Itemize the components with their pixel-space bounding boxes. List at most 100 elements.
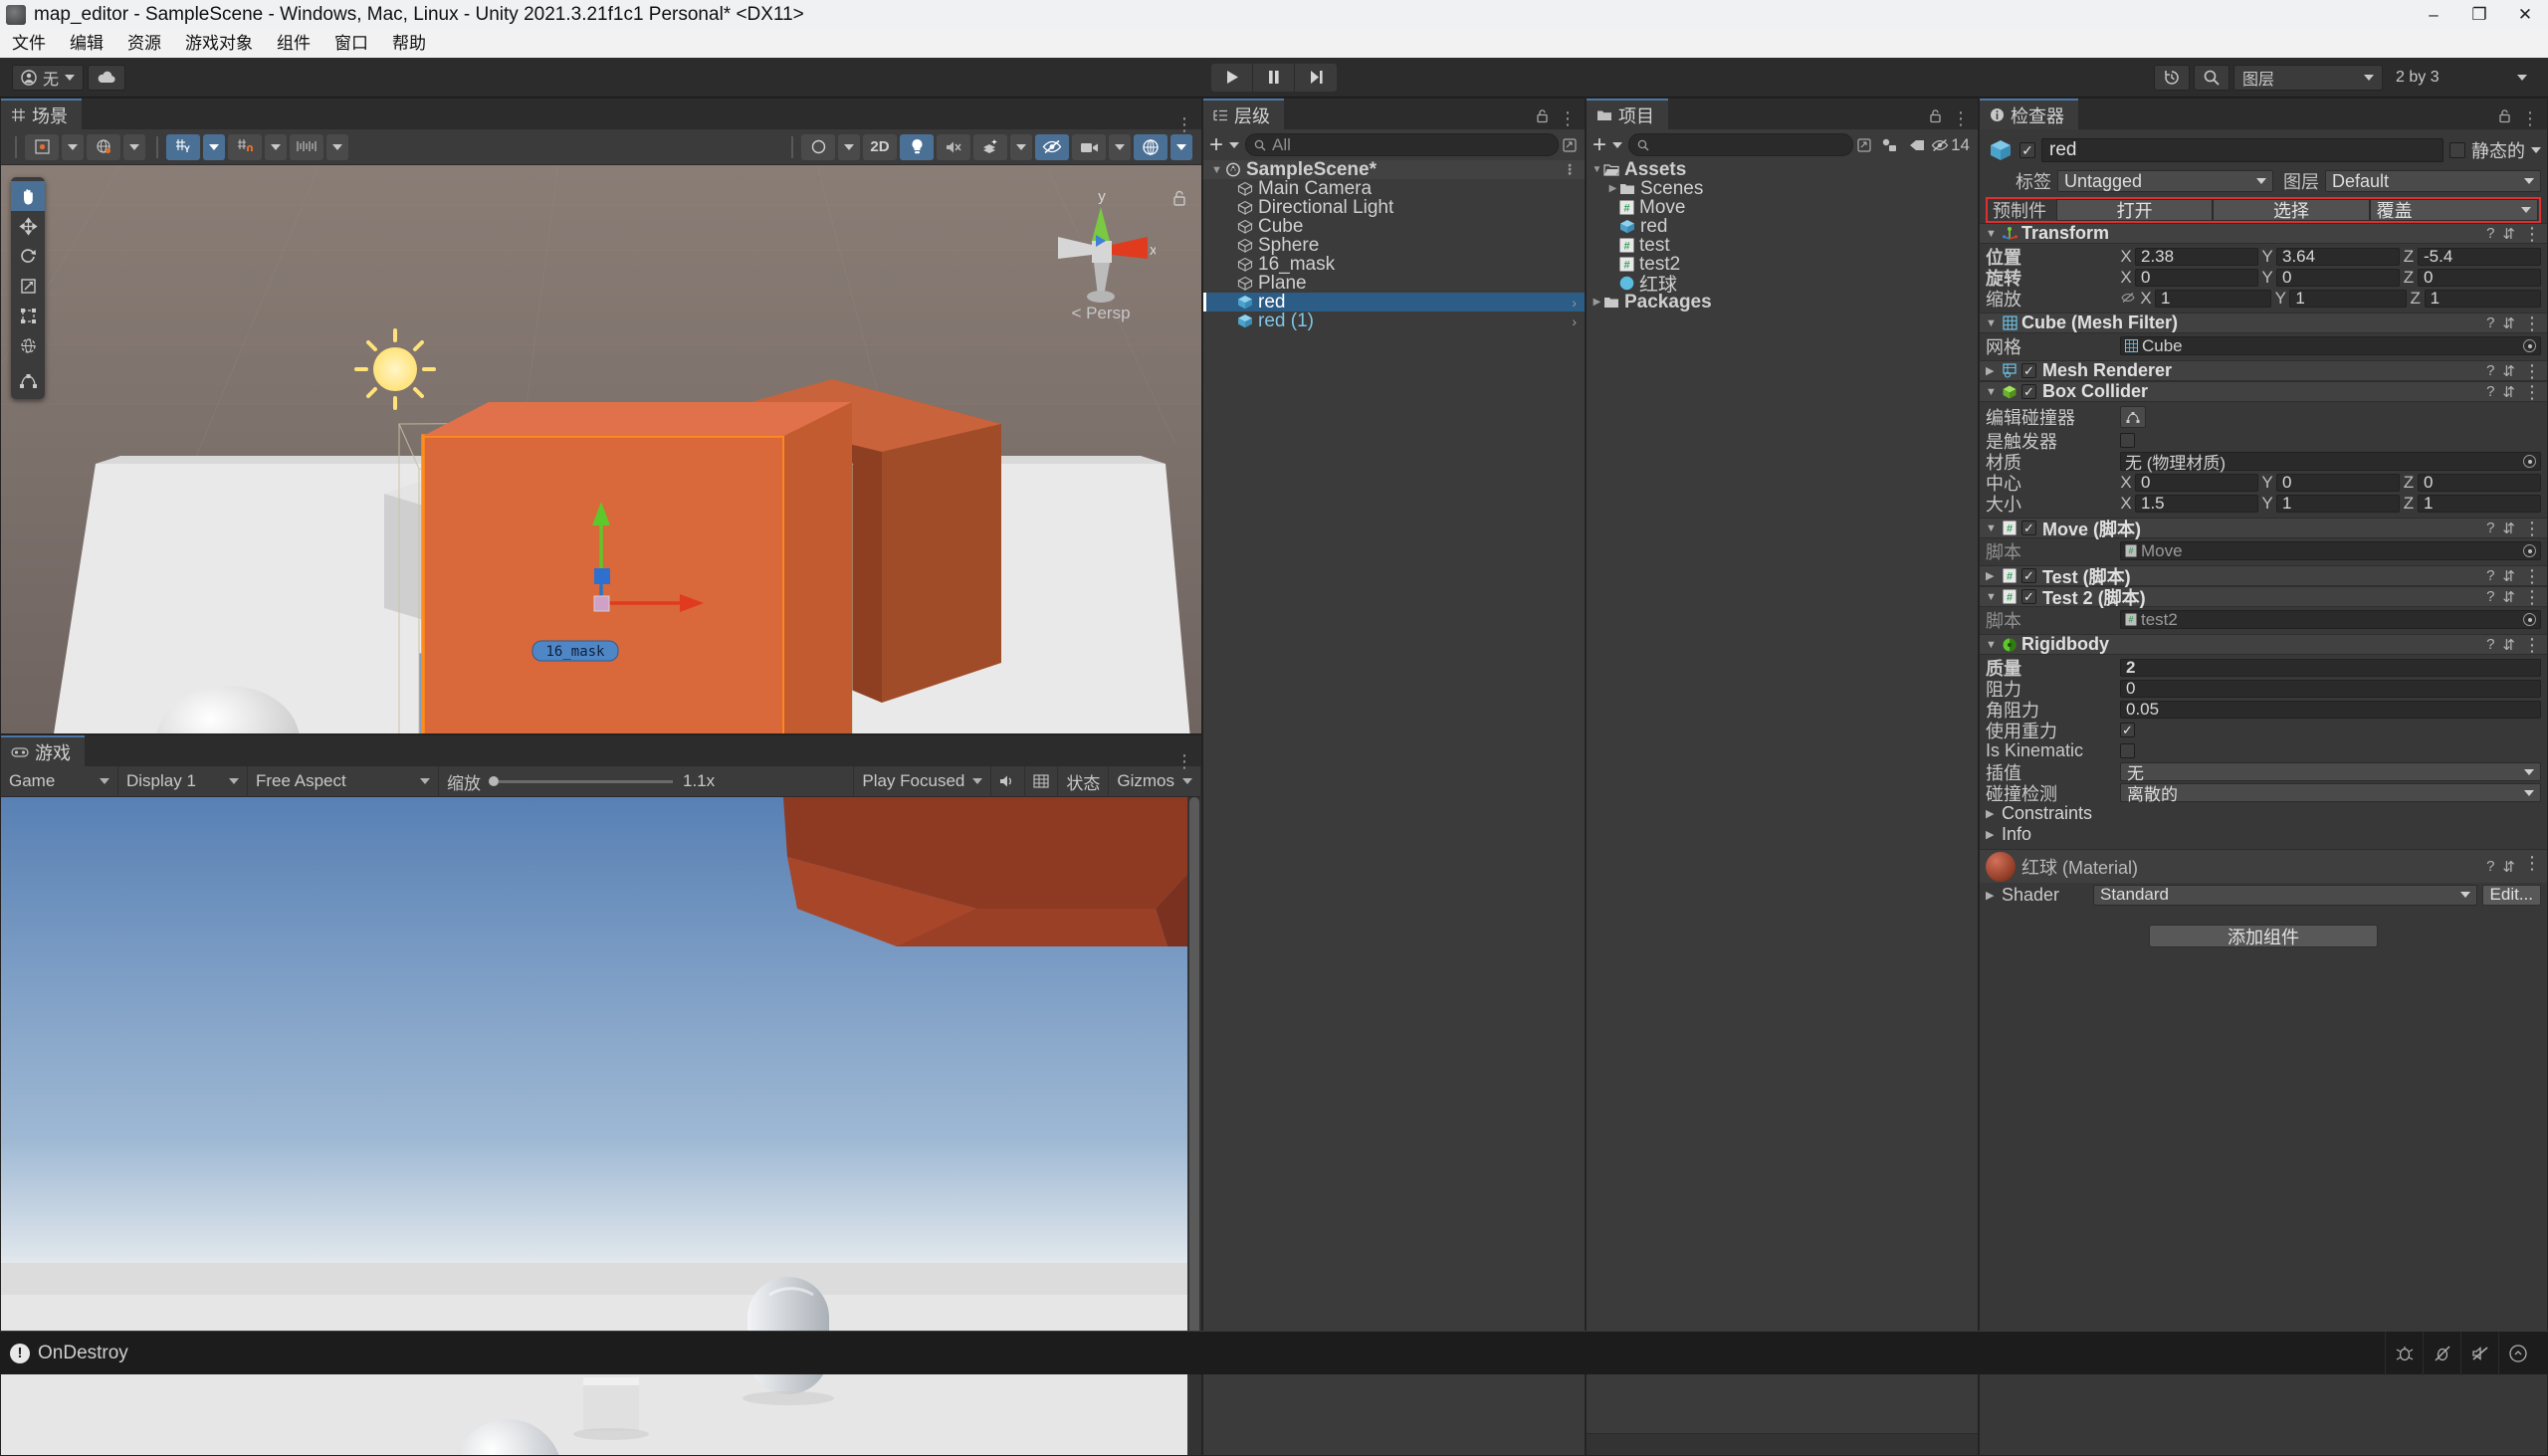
- size-z-field[interactable]: 1: [2418, 494, 2541, 513]
- scale-x-field[interactable]: 1: [2155, 289, 2272, 308]
- shader-dropdown[interactable]: Standard: [2093, 884, 2477, 906]
- menu-item-window[interactable]: 窗口: [322, 30, 380, 58]
- center-z-field[interactable]: 0: [2418, 473, 2541, 492]
- stats-button[interactable]: 状态: [1058, 765, 1110, 797]
- test2-script-enabled-checkbox[interactable]: ✓: [2021, 589, 2036, 604]
- mute-audio-button[interactable]: [991, 765, 1026, 797]
- object-picker-icon[interactable]: [2523, 544, 2536, 557]
- position-y-field[interactable]: 3.64: [2276, 247, 2400, 266]
- rigidbody-info-foldout[interactable]: ▶ Info: [1986, 824, 2541, 845]
- hierarchy-item-directional-light[interactable]: Directional Light: [1203, 197, 1585, 218]
- game-mode-dropdown[interactable]: Game: [1, 765, 118, 797]
- move-tool-button[interactable]: [11, 211, 45, 241]
- tab-hierarchy[interactable]: 层级: [1203, 99, 1284, 129]
- component-menu-kebab-icon[interactable]: ⋮: [2523, 314, 2541, 332]
- play-button[interactable]: [1211, 63, 1253, 92]
- scale-z-field[interactable]: 1: [2424, 289, 2541, 308]
- help-icon[interactable]: ?: [2486, 858, 2494, 876]
- cloud-button[interactable]: [88, 64, 126, 91]
- component-menu-kebab-icon[interactable]: ⋮: [2523, 567, 2541, 585]
- display-dropdown[interactable]: Display 1: [118, 765, 248, 797]
- prefab-select-button[interactable]: 选择: [2213, 199, 2370, 221]
- add-component-button[interactable]: 添加组件: [2149, 925, 2378, 947]
- rigidbody-constraints-foldout[interactable]: ▶ Constraints: [1986, 803, 2541, 824]
- stats-grid-button[interactable]: [1025, 765, 1059, 797]
- prefab-open-button[interactable]: 打开: [2056, 199, 2214, 221]
- project-menu-kebab-icon[interactable]: ⋮: [1952, 109, 1970, 127]
- position-xyz[interactable]: X 2.38 Y 3.64 Z -5.4: [2120, 247, 2541, 267]
- scene-visibility-toggle[interactable]: [1035, 133, 1069, 160]
- hierarchy-item-cube[interactable]: Cube: [1203, 216, 1585, 237]
- scale-tool-button[interactable]: [11, 271, 45, 301]
- preset-icon[interactable]: ⇵: [2502, 362, 2515, 380]
- game-scrollbar-thumb[interactable]: [1189, 797, 1199, 1354]
- component-header-transform[interactable]: ▼ Transform ? ⇵ ⋮: [1980, 223, 2547, 244]
- project-item-[interactable]: 红球: [1587, 274, 1978, 296]
- project-filter-type-icon[interactable]: [1875, 137, 1903, 153]
- project-item-red[interactable]: red: [1587, 216, 1978, 237]
- close-button[interactable]: ✕: [2502, 0, 2548, 30]
- lighting-toggle[interactable]: [900, 133, 934, 160]
- layer-dropdown[interactable]: Default: [2325, 170, 2541, 192]
- is-trigger-checkbox[interactable]: [2120, 433, 2135, 448]
- bug-icon[interactable]: [2385, 1331, 2423, 1375]
- center-x-field[interactable]: 0: [2135, 473, 2258, 492]
- game-menu-kebab-icon[interactable]: ⋮: [1175, 752, 1193, 770]
- hierarchy-item-plane[interactable]: Plane: [1203, 273, 1585, 294]
- gizmos-dropdown[interactable]: [1170, 133, 1192, 160]
- foldout-arrow-icon[interactable]: ▶: [1986, 828, 2002, 841]
- tab-game[interactable]: 游戏: [1, 735, 85, 766]
- menu-item-help[interactable]: 帮助: [380, 30, 438, 58]
- component-header-move-script[interactable]: ▼ # ✓ Move (脚本) ? ⇵ ⋮: [1980, 518, 2547, 539]
- interpolate-dropdown[interactable]: 无: [2120, 762, 2541, 783]
- account-dropdown[interactable]: 无: [12, 64, 85, 91]
- scene-menu-kebab-icon[interactable]: ⋮: [1563, 161, 1577, 178]
- object-picker-icon[interactable]: [2523, 455, 2536, 468]
- foldout-arrow-icon[interactable]: ▶: [1591, 297, 1603, 308]
- scene-tool-strip[interactable]: [11, 177, 45, 399]
- project-filter-label-icon[interactable]: [1903, 138, 1931, 152]
- preset-icon[interactable]: ⇵: [2502, 383, 2515, 401]
- test-script-enabled-checkbox[interactable]: ✓: [2021, 568, 2036, 583]
- preset-icon[interactable]: ⇵: [2502, 858, 2515, 876]
- foldout-arrow-icon[interactable]: ▼: [1211, 164, 1225, 176]
- preset-icon[interactable]: ⇵: [2502, 636, 2515, 654]
- no-sound-icon[interactable]: [2460, 1331, 2498, 1375]
- scale-slider-handle[interactable]: [489, 776, 499, 786]
- size-y-field[interactable]: 1: [2276, 494, 2400, 513]
- pause-button[interactable]: [1253, 63, 1295, 92]
- hierarchy-item-red[interactable]: red ›: [1203, 292, 1585, 312]
- physic-material-objectfield[interactable]: 无 (物理材质): [2120, 452, 2541, 473]
- hierarchy-search-expand-icon[interactable]: [1559, 137, 1581, 152]
- playmode-controls[interactable]: [1211, 63, 1337, 92]
- is-kinematic-checkbox[interactable]: [2120, 743, 2135, 758]
- hierarchy-menu-kebab-icon[interactable]: ⋮: [1559, 109, 1577, 127]
- foldout-arrow-icon[interactable]: ▶: [1986, 889, 2002, 902]
- scene-orientation-gizmo[interactable]: y x < Persp: [1046, 185, 1158, 324]
- undo-history-button[interactable]: [2154, 64, 2190, 91]
- preset-icon[interactable]: ⇵: [2502, 225, 2515, 243]
- scale-slider-track[interactable]: [499, 779, 673, 783]
- hand-tool-button[interactable]: [11, 181, 45, 211]
- menu-item-edit[interactable]: 编辑: [58, 30, 115, 58]
- gizmo-lock-icon[interactable]: [1171, 189, 1187, 213]
- pivot-dropdown[interactable]: [62, 133, 84, 160]
- move-script-objectfield[interactable]: # Move: [2120, 541, 2541, 560]
- inspector-menu-kebab-icon[interactable]: ⋮: [2521, 109, 2539, 127]
- hierarchy-item-sphere[interactable]: Sphere: [1203, 235, 1585, 256]
- preset-icon[interactable]: ⇵: [2502, 520, 2515, 537]
- menu-item-component[interactable]: 组件: [265, 30, 322, 58]
- scene-camera-button[interactable]: [1072, 133, 1106, 160]
- fx-toggle[interactable]: [973, 133, 1007, 160]
- material-header[interactable]: 红球 (Material) ? ⇵ ⋮: [1980, 849, 2547, 883]
- help-icon[interactable]: ?: [2486, 225, 2494, 242]
- tab-scene[interactable]: 场景: [1, 99, 82, 129]
- preset-icon[interactable]: ⇵: [2502, 588, 2515, 606]
- drag-field[interactable]: 0: [2120, 679, 2541, 698]
- layers-dropdown[interactable]: 图层: [2233, 64, 2383, 91]
- menu-bar[interactable]: 文件 编辑 资源 游戏对象 组件 窗口 帮助: [0, 30, 2548, 58]
- menu-item-assets[interactable]: 资源: [115, 30, 173, 58]
- component-menu-kebab-icon[interactable]: ⋮: [2523, 636, 2541, 654]
- angular-drag-field[interactable]: 0.05: [2120, 700, 2541, 719]
- component-header-box-collider[interactable]: ▼ ✓ Box Collider ? ⇵ ⋮: [1980, 381, 2547, 402]
